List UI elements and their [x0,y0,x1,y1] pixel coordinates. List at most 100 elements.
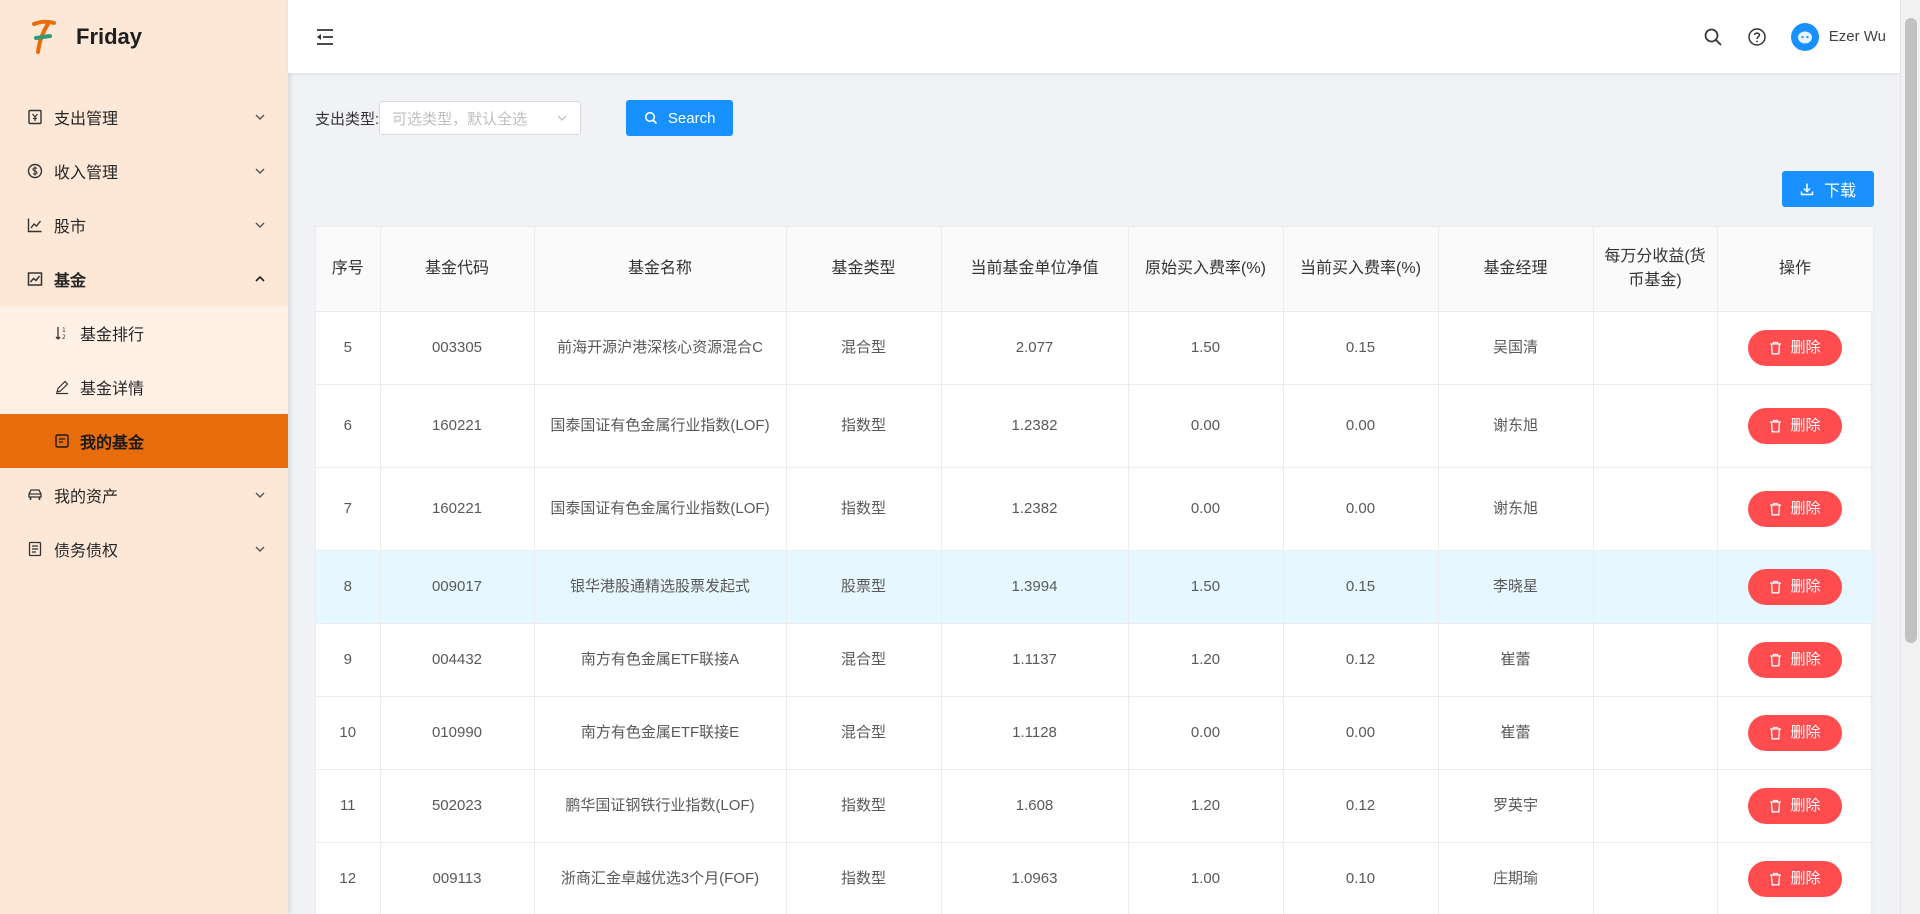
col-header-nav: 当前基金单位净值 [941,227,1129,312]
delete-button-label: 删除 [1790,651,1821,668]
chevron-down-icon [255,114,265,120]
table-row[interactable]: 10 010990 南方有色金属ETF联接E 混合型 1.1128 0.00 0.00 崔蕾删… [316,696,1874,770]
delete-button[interactable]: 删除 [1748,641,1842,678]
user-name[interactable]: Ezer Wu [1829,28,1886,45]
cell-orig-fee: 1.20 [1128,769,1284,843]
wallet-icon [54,433,70,449]
trash-icon [1770,726,1782,739]
menu-fold-icon[interactable] [314,26,336,48]
menu-item-debt[interactable]: 债务债权 [0,522,288,576]
cell-code: 010990 [380,696,535,770]
cell-nav: 2.077 [941,311,1129,385]
brand[interactable]: Friday [0,0,288,74]
cell-yield [1593,769,1718,843]
menu-label: 我的资产 [54,489,119,506]
col-header-index: 序号 [316,227,381,312]
expense-type-label: 支出类型: [315,110,380,128]
cell-index: 7 [316,467,381,551]
line-chart-icon [26,216,44,234]
cell-nav: 1.0963 [941,842,1129,914]
col-header-type: 基金类型 [786,227,942,312]
chevron-up-icon [255,275,265,282]
sub-item-label: 我的基金 [80,435,145,452]
edit-icon [54,379,70,395]
sub-item-label: 基金排行 [80,327,145,344]
cell-code: 160221 [380,467,535,551]
document-icon [26,540,44,558]
download-button[interactable]: 下载 [1782,171,1874,207]
cell-manager: 吴国清 [1438,311,1594,385]
cell-name: 南方有色金属ETF联接E [534,696,787,770]
table-row[interactable]: 12 009113 浙商汇金卓越优选3个月(FOF) 指数型 1.0963 1.00 0.1… [316,842,1874,914]
delete-button[interactable]: 删除 [1748,490,1842,527]
cell-index: 6 [316,384,381,468]
cell-name: 南方有色金属ETF联接A [534,623,787,697]
cell-manager: 罗英宇 [1438,769,1594,843]
delete-button[interactable]: 删除 [1748,860,1842,897]
svg-text:2: 2 [62,334,66,341]
menu-item-fund[interactable]: 基金 [0,252,288,306]
income-icon [26,162,44,180]
cell-type: 混合型 [786,623,942,697]
cell-yield [1593,623,1718,697]
delete-button[interactable]: 删除 [1748,568,1842,605]
table-row[interactable]: 11 502023 鹏华国证钢铁行业指数(LOF) 指数型 1.608 1.20 0.12 罗… [316,769,1874,843]
car-icon [26,486,44,504]
table-row[interactable]: 6 160221 国泰国证有色金属行业指数(LOF) 指数型 1.2382 0.00 0.0… [316,384,1874,468]
delete-button[interactable]: 删除 [1748,714,1842,751]
avatar[interactable] [1790,22,1819,51]
cell-cur-fee: 0.00 [1283,467,1439,551]
table-row[interactable]: 5 003305 前海开源沪港深核心资源混合C 混合型 2.077 1.50 0.15 吴国清… [316,311,1874,385]
chevron-down-icon [255,546,265,552]
sub-item-my-fund[interactable]: 我的基金 [0,414,288,468]
col-header-actions: 操作 [1717,227,1874,312]
menu-item-stock[interactable]: 股市 [0,198,288,252]
menu-item-assets[interactable]: 我的资产 [0,468,288,522]
cell-type: 混合型 [786,311,942,385]
cell-type: 指数型 [786,467,942,551]
help-icon[interactable] [1747,27,1767,47]
chevron-down-icon [557,115,567,121]
scrollbar-thumb[interactable] [1905,18,1917,643]
cell-yield [1593,696,1718,770]
cell-name: 前海开源沪港深核心资源混合C [534,311,787,385]
sort-icon: 12 [54,325,70,341]
cell-cur-fee: 0.12 [1283,623,1439,697]
top-header: Ezer Wu [288,0,1900,73]
search-icon [644,111,658,125]
app-name: Friday [76,24,143,49]
table-row[interactable]: 7 160221 国泰国证有色金属行业指数(LOF) 指数型 1.2382 0.00 0.0… [316,467,1874,551]
page-scrollbar[interactable] [1900,0,1920,914]
chevron-down-icon [255,222,265,228]
menu-item-income[interactable]: 收入管理 [0,144,288,198]
sub-item-fund-ranking[interactable]: 12 基金排行 [0,306,288,360]
cell-type: 指数型 [786,384,942,468]
menu-item-expense[interactable]: 支出管理 [0,90,288,144]
cell-actions: 删除 [1717,696,1874,770]
cell-yield [1593,550,1718,624]
table-row[interactable]: 9 004432 南方有色金属ETF联接A 混合型 1.1137 1.20 0.12 崔蕾 删除 [316,623,1874,697]
table-row[interactable]: 8 009017 银华港股通精选股票发起式 股票型 1.3994 1.50 0.15 李晓星 删… [316,550,1874,624]
cell-cur-fee: 0.00 [1283,384,1439,468]
cell-orig-fee: 0.00 [1128,696,1284,770]
delete-button[interactable]: 删除 [1748,329,1842,366]
col-header-cur-fee: 当前买入费率(%) [1283,227,1439,312]
menu-label: 基金 [54,273,87,290]
cell-code: 160221 [380,384,535,468]
trash-icon [1770,580,1782,593]
download-icon [1800,183,1814,196]
expense-type-select[interactable]: 可选类型，默认全选 [379,101,582,135]
delete-button[interactable]: 删除 [1748,407,1842,444]
delete-button[interactable]: 删除 [1748,787,1842,824]
cell-name: 鹏华国证钢铁行业指数(LOF) [534,769,787,843]
cell-orig-fee: 1.20 [1128,623,1284,697]
sub-item-fund-detail[interactable]: 基金详情 [0,360,288,414]
filter-bar: 支出类型: 可选类型，默认全选 Search [315,100,734,136]
cell-nav: 1.2382 [941,384,1129,468]
search-button[interactable]: Search [626,100,734,136]
cell-code: 009113 [380,842,535,914]
menu-label: 股市 [54,219,87,236]
cell-type: 指数型 [786,769,942,843]
search-icon[interactable] [1703,27,1723,47]
cell-actions: 删除 [1717,550,1874,624]
